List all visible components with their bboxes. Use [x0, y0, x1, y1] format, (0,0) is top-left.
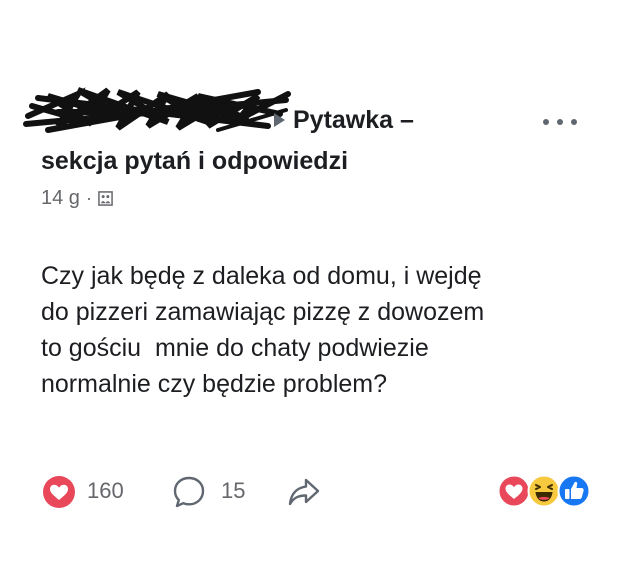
facebook-post: Pytawka – sekcja pytań i odpowiedzi 14 g… [0, 0, 639, 562]
post-timestamp[interactable]: 14 g [41, 186, 80, 210]
meta-separator: · [85, 188, 92, 208]
group-name-link[interactable]: Pytawka – [293, 105, 414, 135]
arrow-right-icon [274, 113, 285, 127]
post-meta: 14 g · [41, 186, 113, 210]
reaction-summary[interactable] [497, 474, 601, 508]
engagement-bar: 160 15 [41, 470, 601, 510]
like-reaction-icon [557, 474, 591, 508]
post-body-line: to gościu mnie do chaty podwiezie [41, 334, 429, 362]
post-body: Czy jak będę z daleka od domu, i wejdę d… [41, 258, 601, 402]
comment-icon[interactable] [171, 474, 207, 510]
love-reaction-icon [497, 474, 531, 508]
post-body-line: normalnie czy będzie problem? [41, 370, 388, 398]
love-count[interactable]: 160 [87, 476, 124, 506]
comment-count[interactable]: 15 [221, 476, 245, 506]
redacted-author-name [23, 87, 291, 133]
share-icon[interactable] [287, 475, 321, 507]
post-body-line: Czy jak będę z daleka od domu, i wejdę [41, 262, 482, 290]
haha-reaction-icon [527, 474, 561, 508]
group-audience-icon [98, 190, 113, 206]
group-name-continued[interactable]: sekcja pytań i odpowiedzi [41, 146, 348, 176]
more-options-icon[interactable] [543, 118, 577, 126]
post-body-line: do pizzeri zamawiając pizzę z dowozem [41, 298, 485, 326]
love-reaction-icon[interactable] [41, 474, 77, 510]
post-header: Pytawka – [274, 105, 414, 135]
